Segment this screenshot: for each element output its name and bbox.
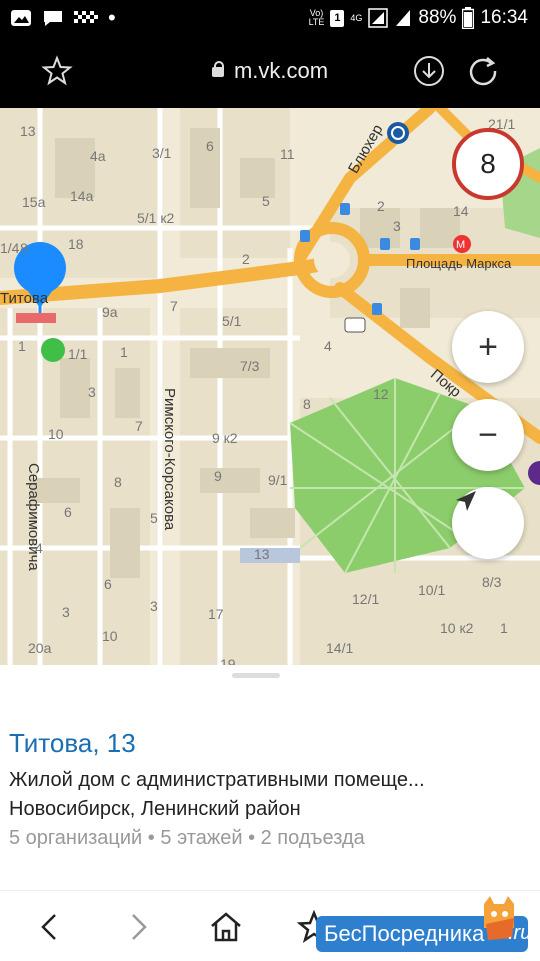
browser-toolbar: m.vk.com [0, 38, 540, 108]
sim-indicator: 1 [330, 9, 345, 27]
building-number: 10/1 [418, 582, 446, 598]
signal-icon-2 [396, 10, 411, 26]
watermark-text: БесПосредника [324, 921, 485, 946]
building-number: 1/1 [68, 346, 88, 362]
building-number: 10 [48, 426, 64, 442]
status-bar: • Vo) LTE 1 4G 88% 16:34 [0, 0, 540, 38]
drag-handle[interactable] [232, 673, 280, 678]
address-bar[interactable]: m.vk.com [0, 58, 540, 84]
building-number: 7/3 [240, 358, 260, 374]
building-number: 19 [220, 656, 236, 665]
building-number: 14 [453, 203, 469, 219]
building-number: 2 [377, 198, 385, 214]
place-card[interactable]: Титова, 13 Жилой дом с административными… [0, 665, 540, 890]
place-description: Жилой дом с административными помеще... [9, 769, 425, 791]
building-number: 3 [150, 598, 158, 614]
zoom-level-badge[interactable]: 8 [452, 128, 524, 200]
building-number: 5/1 [222, 313, 242, 329]
building-number: 7 [135, 418, 143, 434]
back-icon[interactable] [32, 909, 68, 945]
map-view[interactable]: M Титова Блюхер Римского-Корсакова Сераф… [0, 108, 540, 665]
building-number: 15а [22, 194, 46, 210]
building-number: 6 [64, 504, 72, 520]
building-number: 4 [35, 540, 43, 556]
building-number: 10 [102, 628, 118, 644]
battery-percent: 88% [418, 7, 457, 28]
battery-icon [462, 7, 475, 29]
home-icon[interactable] [208, 909, 244, 945]
reload-icon[interactable] [466, 54, 500, 88]
navigation-arrow-icon [456, 491, 476, 511]
building-number: 8 [303, 396, 311, 412]
building-number: 1 [18, 338, 26, 354]
forward-icon[interactable] [120, 909, 156, 945]
building-number: 12/1 [352, 591, 380, 607]
building-number: 8 [20, 240, 28, 256]
building-number: 13 [254, 546, 270, 562]
building-number: 9 [214, 468, 222, 484]
place-address: Новосибирск, Ленинский район [9, 798, 301, 820]
taxi-notification-icon [74, 11, 98, 23]
network-type: 4G [350, 12, 363, 23]
building-number: 14/1 [326, 640, 354, 656]
building-number: 3 [393, 218, 401, 234]
lock-icon [211, 61, 224, 77]
more-notifications-icon: • [108, 5, 116, 30]
building-number: 18 [68, 236, 84, 252]
building-number: 12 [373, 386, 389, 402]
building-number: 4 [324, 338, 332, 354]
building-number: 8 [114, 474, 122, 490]
building-number: 3 [88, 384, 96, 400]
building-number: 4а [90, 148, 106, 164]
url-text: m.vk.com [233, 58, 329, 83]
building-number: 17 [208, 606, 224, 622]
building-number: 11 [280, 146, 295, 162]
building-number: 1/4 [0, 240, 20, 256]
message-notification-icon [44, 11, 62, 26]
street-label-rimskogo: Римского-Корсакова [161, 388, 178, 531]
building-number: 9/1 [268, 472, 288, 488]
place-meta: 5 организаций • 5 этажей • 2 подъезда [9, 827, 365, 849]
building-number: 1 [500, 620, 508, 636]
svg-text:M: M [456, 239, 465, 251]
signal-icon [368, 8, 389, 28]
building-number: 8/3 [482, 574, 502, 590]
street-label-titova: Титова [0, 290, 49, 307]
building-number: 20а [28, 640, 52, 656]
download-icon[interactable] [412, 54, 446, 88]
clock: 16:34 [480, 7, 528, 28]
building-number: 14а [70, 188, 94, 204]
place-title[interactable]: Титова, 13 [9, 728, 136, 759]
building-number: 13 [20, 123, 36, 139]
watermark-suffix: .ru [508, 922, 532, 944]
building-number: 9 к2 [212, 430, 238, 446]
volte-indicator: Vo) LTE [308, 8, 325, 27]
building-number: 2 [242, 251, 250, 267]
metro-label: Площадь Маркса [406, 256, 512, 271]
building-number: 7 [170, 298, 178, 314]
building-number: 5 [262, 193, 270, 209]
building-number: 5/1 к2 [137, 210, 175, 226]
building-number: 5 [150, 510, 158, 526]
building-number: 6 [104, 576, 112, 592]
image-notification-icon [11, 10, 31, 26]
building-number: 3/1 [152, 145, 172, 161]
zoom-out-button[interactable]: − [452, 399, 524, 471]
zoom-in-button[interactable]: + [452, 311, 524, 383]
building-number: 10 к2 [440, 620, 474, 636]
my-location-button[interactable] [452, 487, 524, 559]
building-number: 6 [206, 138, 214, 154]
building-number: 3 [62, 604, 70, 620]
building-number: 1 [120, 344, 128, 360]
building-number: 9а [102, 304, 118, 320]
